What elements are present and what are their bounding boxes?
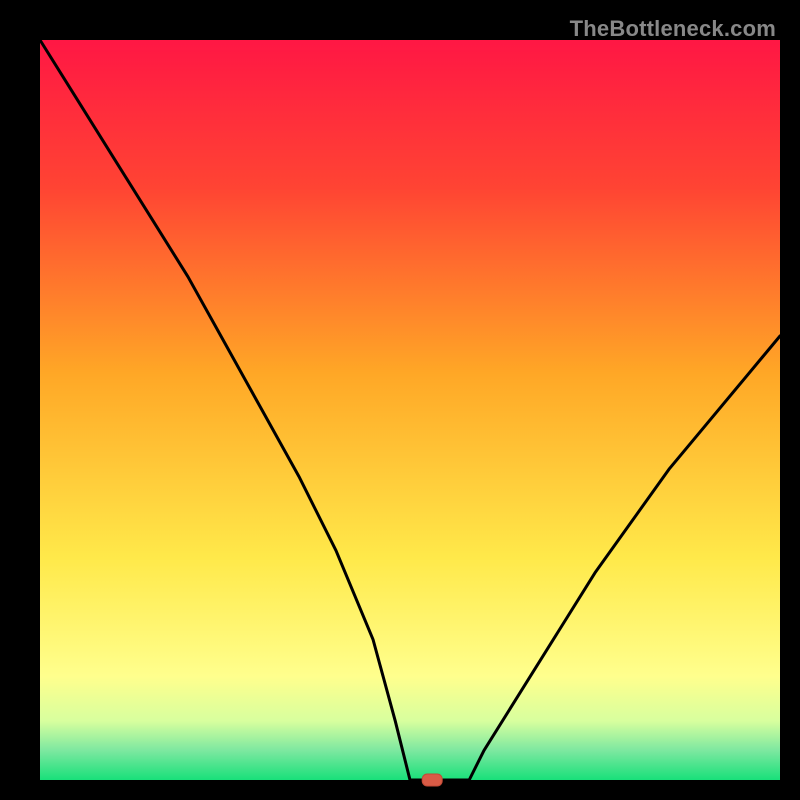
plot-background	[40, 40, 780, 780]
bottleneck-chart	[10, 10, 790, 790]
watermark-text: TheBottleneck.com	[570, 16, 776, 42]
optimal-marker	[422, 774, 442, 786]
chart-frame: TheBottleneck.com	[10, 10, 790, 790]
